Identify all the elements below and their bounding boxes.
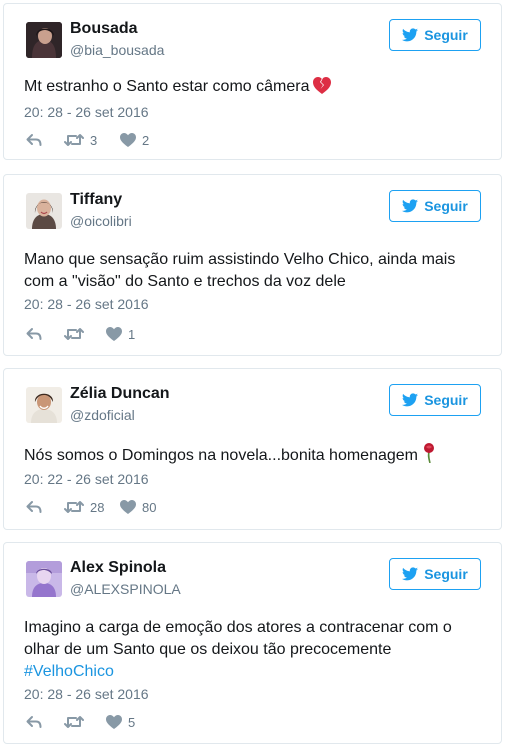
heart-icon (120, 500, 136, 514)
author-name[interactable]: Alex Spinola (70, 559, 166, 577)
tweet-actions: 28 80 (26, 499, 156, 515)
tweet-text-line: Imagino a carga de emoção dos atores a c… (24, 619, 452, 636)
timestamp[interactable]: 20: 28 - 26 set 2016 (24, 104, 149, 120)
author-handle[interactable]: @bia_bousada (70, 42, 164, 58)
rose-icon (424, 443, 434, 463)
like-count: 5 (128, 714, 136, 730)
tweet-text-content: Nós somos o Domingos na novela...bonita … (24, 447, 418, 464)
tweet-actions: 1 (26, 326, 135, 342)
avatar[interactable] (26, 387, 62, 423)
retweet-icon (64, 500, 84, 514)
retweet-button[interactable]: 28 (64, 500, 120, 515)
reply-button[interactable] (26, 715, 64, 729)
twitter-bird-icon (402, 393, 418, 407)
follow-label: Seguir (424, 566, 468, 582)
follow-label: Seguir (424, 27, 468, 43)
reply-icon (26, 500, 42, 514)
tweet-text-line: olhar de um Santo que os deixou tão prec… (24, 641, 392, 658)
timestamp[interactable]: 20: 22 - 26 set 2016 (24, 471, 149, 487)
tweet-text-line: com a "visão" do Santo e trechos da voz … (24, 273, 346, 290)
follow-label: Seguir (424, 198, 468, 214)
heart-icon (120, 133, 136, 147)
follow-button[interactable]: Seguir (389, 558, 481, 590)
tweet-text: Mt estranho o Santo estar como câmera (24, 76, 464, 98)
author-name[interactable]: Zélia Duncan (70, 385, 170, 403)
reply-icon (26, 327, 42, 341)
author-handle[interactable]: @oicolibri (70, 213, 132, 229)
twitter-bird-icon (402, 567, 418, 581)
like-button[interactable]: 5 (106, 715, 135, 730)
retweet-button[interactable] (64, 327, 106, 341)
reply-button[interactable] (26, 133, 64, 147)
heart-icon (106, 715, 122, 729)
tweet-text: Mano que sensação ruim assistindo Velho … (24, 249, 464, 293)
retweet-count: 28 (90, 499, 105, 515)
hashtag-link[interactable]: #VelhoChico (24, 661, 464, 683)
follow-button[interactable]: Seguir (389, 384, 481, 416)
tweet-card: Alex Spinola @ALEXSPINOLA Seguir Imagino… (3, 542, 502, 744)
reply-icon (26, 715, 42, 729)
follow-button[interactable]: Seguir (389, 190, 481, 222)
like-button[interactable]: 80 (120, 500, 156, 515)
heart-icon (106, 327, 122, 341)
tweet-actions: 3 2 (26, 132, 149, 148)
author-name[interactable]: Bousada (70, 20, 138, 38)
retweet-icon (64, 327, 84, 341)
twitter-bird-icon (402, 199, 418, 213)
follow-button[interactable]: Seguir (389, 19, 481, 51)
broken-heart-icon (313, 77, 332, 94)
author-handle[interactable]: @zdoficial (70, 407, 135, 423)
tweet-text-content: Mt estranho o Santo estar como câmera (24, 78, 310, 95)
follow-label: Seguir (424, 392, 468, 408)
tweet-card: Tiffany @oicolibri Seguir Mano que sensa… (3, 174, 502, 356)
retweet-button[interactable]: 3 (64, 133, 120, 148)
like-button[interactable]: 1 (106, 327, 135, 342)
timestamp[interactable]: 20: 28 - 26 set 2016 (24, 296, 149, 312)
reply-button[interactable] (26, 500, 64, 514)
tweet-card: Bousada @bia_bousada Seguir Mt estranho … (3, 3, 502, 160)
tweet-card: Zélia Duncan @zdoficial Seguir Nós somos… (3, 368, 502, 530)
tweet-text: Imagino a carga de emoção dos atores a c… (24, 617, 464, 683)
tweet-text-line: Mano que sensação ruim assistindo Velho … (24, 251, 456, 268)
avatar[interactable] (26, 193, 62, 229)
like-count: 80 (142, 499, 157, 515)
tweet-text: Nós somos o Domingos na novela...bonita … (24, 443, 464, 467)
retweet-icon (64, 133, 84, 147)
like-count: 1 (128, 326, 136, 342)
author-name[interactable]: Tiffany (70, 191, 122, 209)
like-count: 2 (142, 132, 150, 148)
twitter-bird-icon (402, 28, 418, 42)
timestamp[interactable]: 20: 28 - 26 set 2016 (24, 686, 149, 702)
retweet-button[interactable] (64, 715, 106, 729)
avatar[interactable] (26, 561, 62, 597)
reply-icon (26, 133, 42, 147)
retweet-icon (64, 715, 84, 729)
retweet-count: 3 (90, 132, 98, 148)
like-button[interactable]: 2 (120, 133, 149, 148)
tweet-actions: 5 (26, 714, 135, 730)
reply-button[interactable] (26, 327, 64, 341)
author-handle[interactable]: @ALEXSPINOLA (70, 581, 181, 597)
avatar[interactable] (26, 22, 62, 58)
